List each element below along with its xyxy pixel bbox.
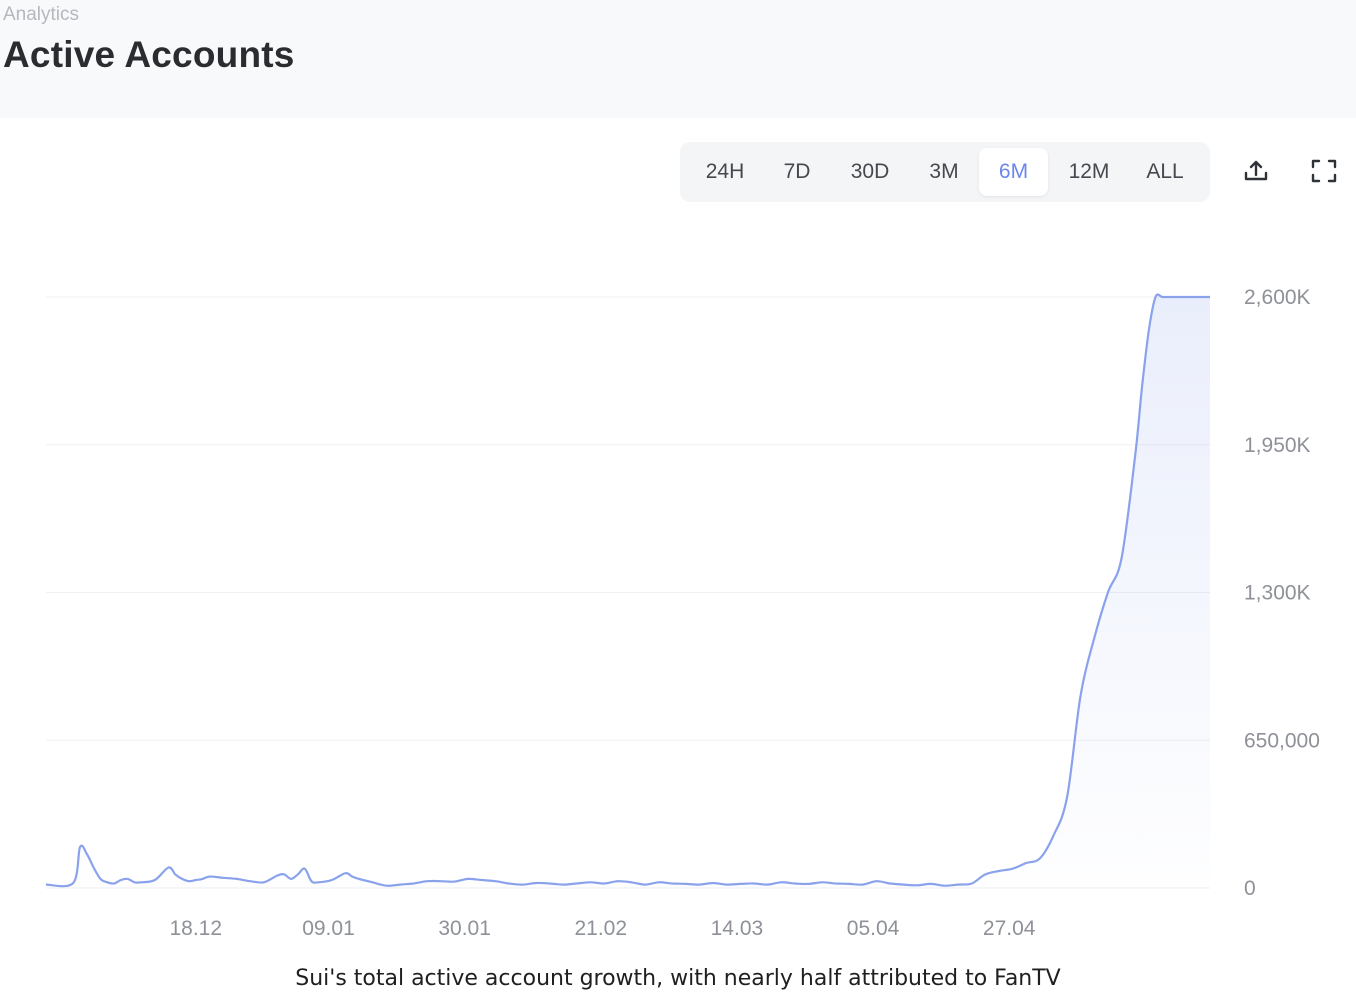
x-tick-label: 27.04 bbox=[983, 917, 1036, 940]
y-tick-label: 2,600K bbox=[1244, 286, 1311, 309]
y-axis-ticks: 0 650,000 1,300K 1,950K 2,600K bbox=[1244, 286, 1320, 900]
series-area bbox=[46, 294, 1210, 888]
figure-caption: Sui's total active account growth, with … bbox=[295, 966, 1061, 991]
y-tick-label: 0 bbox=[1244, 877, 1256, 900]
x-axis-ticks: 18.12 09.01 30.01 21.02 14.03 05.04 27.04 bbox=[169, 917, 1035, 940]
x-tick-label: 21.02 bbox=[574, 917, 627, 940]
grid-lines bbox=[46, 296, 1210, 889]
series-line-path bbox=[45, 293, 1210, 888]
x-tick-label: 09.01 bbox=[302, 917, 355, 940]
x-tick-label: 18.12 bbox=[169, 917, 222, 940]
y-tick-label: 1,950K bbox=[1244, 434, 1311, 457]
x-tick-label: 14.03 bbox=[711, 917, 764, 940]
x-tick-label: 05.04 bbox=[847, 917, 900, 940]
series-line bbox=[45, 293, 1210, 888]
x-tick-label: 30.01 bbox=[438, 917, 491, 940]
y-tick-label: 1,300K bbox=[1244, 582, 1311, 605]
area-chart: 0 650,000 1,300K 1,950K 2,600K 18.12 09.01 30.… bbox=[45, 286, 1320, 940]
series-area-fill bbox=[46, 294, 1210, 888]
y-tick-label: 650,000 bbox=[1244, 729, 1320, 752]
